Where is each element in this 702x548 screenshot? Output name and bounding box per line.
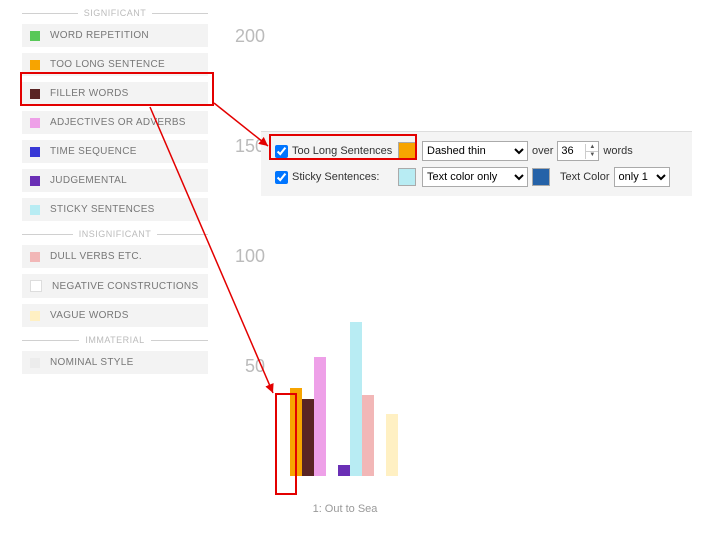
legend-label: TOO LONG SENTENCE <box>50 59 165 70</box>
legend-label: STICKY SENTENCES <box>50 204 155 215</box>
legend-label: NEGATIVE CONSTRUCTIONS <box>52 281 198 292</box>
legend-label: WORD REPETITION <box>50 30 149 41</box>
legend-label: ADJECTIVES OR ADVERBS <box>50 117 186 128</box>
legend-item[interactable]: TOO LONG SENTENCE <box>22 53 208 76</box>
spin-up-icon[interactable]: ▲ <box>586 144 598 152</box>
settings-row-sticky: Sticky Sentences: Text color only Text C… <box>275 166 682 188</box>
legend-label: FILLER WORDS <box>50 88 129 99</box>
legend-swatch <box>30 205 40 215</box>
too-long-style-select[interactable]: Dashed thin <box>422 141 528 161</box>
sticky-only-select[interactable]: only 1 <box>614 167 670 187</box>
legend-swatch <box>30 252 40 262</box>
legend-swatch <box>30 358 40 368</box>
sticky-checkbox[interactable] <box>275 171 288 184</box>
legend-item[interactable]: ADJECTIVES OR ADVERBS <box>22 111 208 134</box>
legend-label: DULL VERBS ETC. <box>50 251 142 262</box>
sidebar: SIGNIFICANT WORD REPETITION TOO LONG SENTE… <box>22 0 208 380</box>
legend-swatch <box>30 118 40 128</box>
legend-swatch <box>30 147 40 157</box>
chart-bar <box>338 465 350 476</box>
legend-item[interactable]: NOMINAL STYLE <box>22 351 208 374</box>
legend-item[interactable]: STICKY SENTENCES <box>22 198 208 221</box>
too-long-color-swatch[interactable] <box>398 142 416 160</box>
legend-item[interactable]: NEGATIVE CONSTRUCTIONS <box>22 274 208 298</box>
chart-bar <box>362 395 374 476</box>
y-tick-label: 150 <box>225 136 265 157</box>
section-header: IMMATERIAL <box>22 335 208 345</box>
sticky-textcolor-label: Text Color <box>560 171 610 183</box>
spin-down-icon[interactable]: ▼ <box>586 152 598 159</box>
chart: 1: Out to Sea 50100150200 <box>230 0 690 530</box>
settings-row-too-long: Too Long Sentences Dashed thin over ▲ ▼ … <box>275 140 682 162</box>
legend-swatch <box>30 60 40 70</box>
chart-bar <box>290 388 302 476</box>
legend-swatch <box>30 31 40 41</box>
section-header: INSIGNIFICANT <box>22 229 208 239</box>
legend-swatch <box>30 176 40 186</box>
sticky-label: Sticky Sentences: <box>292 171 396 183</box>
y-tick-label: 100 <box>225 246 265 267</box>
chart-bar <box>386 414 398 476</box>
sticky-style-select[interactable]: Text color only <box>422 167 528 187</box>
sticky-color-swatch[interactable] <box>398 168 416 186</box>
too-long-unit: words <box>603 145 632 157</box>
legend-label: JUDGEMENTAL <box>50 175 127 186</box>
y-tick-label: 200 <box>225 26 265 47</box>
chart-bar <box>302 399 314 476</box>
legend-label: NOMINAL STYLE <box>50 357 134 368</box>
settings-panel: Too Long Sentences Dashed thin over ▲ ▼ … <box>261 131 692 196</box>
legend-swatch <box>30 311 40 321</box>
y-tick-label: 50 <box>225 356 265 377</box>
too-long-label: Too Long Sentences <box>292 145 396 157</box>
too-long-word-count[interactable]: ▲ ▼ <box>557 141 599 161</box>
chart-bars <box>278 16 458 476</box>
legend-label: VAGUE WORDS <box>50 310 129 321</box>
sticky-color2-swatch[interactable] <box>532 168 550 186</box>
legend-item[interactable]: DULL VERBS ETC. <box>22 245 208 268</box>
legend-swatch <box>30 89 40 99</box>
section-header: SIGNIFICANT <box>22 8 208 18</box>
legend-swatch <box>30 280 42 292</box>
legend-item[interactable]: TIME SEQUENCE <box>22 140 208 163</box>
chart-bar <box>350 322 362 476</box>
too-long-over-label: over <box>532 145 553 157</box>
legend-item[interactable]: WORD REPETITION <box>22 24 208 47</box>
chart-bar <box>314 357 326 476</box>
too-long-checkbox[interactable] <box>275 145 288 158</box>
too-long-word-count-input[interactable] <box>558 144 585 158</box>
legend-item[interactable]: VAGUE WORDS <box>22 304 208 327</box>
chart-title: 1: Out to Sea <box>265 503 425 515</box>
legend-item[interactable]: JUDGEMENTAL <box>22 169 208 192</box>
legend-label: TIME SEQUENCE <box>50 146 137 157</box>
legend-item[interactable]: FILLER WORDS <box>22 82 208 105</box>
